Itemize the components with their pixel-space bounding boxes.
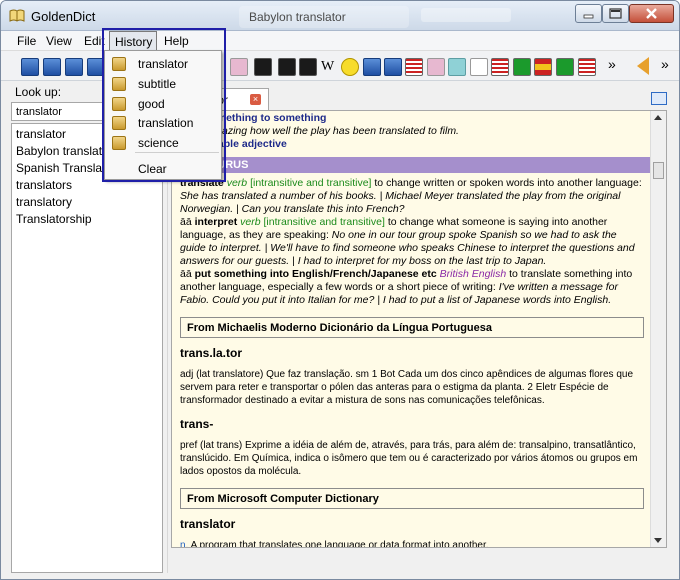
folder-icon	[112, 77, 126, 91]
definition: adj (lat translatore) Que faz translação…	[180, 369, 634, 406]
dictionary-book-icon[interactable]	[87, 58, 105, 76]
flag-spain-icon[interactable]	[534, 58, 552, 76]
folder-icon	[112, 116, 126, 130]
word-list-item[interactable]: translatory	[12, 194, 162, 211]
thesaurus-entry: āā interpret verb [intransitive and tran…	[180, 216, 635, 267]
tab-close-icon[interactable]: ×	[250, 94, 261, 105]
definition: n. A program that translates one languag…	[180, 540, 489, 548]
dictionary-book-icon[interactable]	[43, 58, 61, 76]
dictionary-teal-icon[interactable]	[448, 58, 466, 76]
headword: trans-	[180, 417, 214, 431]
flag-us-icon[interactable]	[405, 58, 423, 76]
flag-us-icon[interactable]	[578, 58, 596, 76]
minimize-icon	[583, 14, 594, 19]
thesaurus-entry: translate verb [intransitive and transit…	[180, 177, 644, 216]
menu-edit[interactable]: Edit	[84, 34, 105, 48]
dictionary-book-icon[interactable]	[21, 58, 39, 76]
thesaurus-entry: āā put something into English/French/Jap…	[180, 268, 633, 306]
thesaurus-section-bar: THESAURUS	[172, 157, 652, 173]
entry-tag: [intransitive and transitive]	[250, 177, 372, 189]
minimize-button[interactable]	[575, 4, 602, 23]
menu-file[interactable]: File	[17, 34, 36, 48]
scroll-up-icon[interactable]	[654, 115, 662, 120]
word-list-item[interactable]: Translatorship	[12, 211, 162, 228]
folder-icon	[112, 136, 126, 150]
dictionary-book-icon[interactable]	[65, 58, 83, 76]
back-arrow-icon[interactable]	[637, 57, 649, 75]
toolbar-overflow-icon[interactable]: »	[661, 56, 669, 72]
flag-brazil-icon[interactable]	[513, 58, 531, 76]
toolbar-overflow-icon[interactable]: »	[608, 56, 616, 72]
entry-variant: British English	[439, 268, 507, 280]
close-button[interactable]	[629, 4, 674, 23]
menu-history[interactable]: History	[109, 31, 157, 51]
headword: trans.la.tor	[180, 346, 243, 360]
article-line: to ... something to something	[180, 112, 327, 124]
history-dropdown: translator subtitle good translation sci…	[104, 50, 222, 180]
main-window: GoldenDict Babylon translator File View …	[0, 0, 680, 580]
dictionary-pink-icon[interactable]	[230, 58, 248, 76]
maximize-button[interactable]	[602, 4, 629, 23]
wikipedia-icon[interactable]: W	[321, 59, 339, 77]
definition: pref (lat trans) Exprime a idéia de além…	[180, 440, 638, 477]
history-item[interactable]: science	[105, 133, 221, 153]
golden-book-icon	[9, 9, 25, 22]
entry-definition: to change written or spoken words into a…	[374, 177, 642, 189]
tabs-menu-icon[interactable]	[651, 92, 667, 105]
folder-icon	[112, 97, 126, 111]
background-window-strip	[421, 8, 511, 22]
word-list[interactable]: translator Babylon translator Spanish Tr…	[11, 123, 163, 573]
article-view[interactable]: to ... something to something I was amaz…	[171, 110, 667, 548]
article-example: I was amazing how well the play has been…	[180, 125, 459, 137]
article-scrollbar[interactable]	[650, 111, 666, 547]
maximize-icon	[609, 8, 622, 19]
entry-pos: verb	[240, 216, 261, 228]
dictionary-header: From Michaelis Moderno Dicionário da Lín…	[180, 317, 644, 338]
dictionary-book-icon[interactable]	[363, 58, 381, 76]
entry-headword: put something into English/French/Japane…	[194, 268, 437, 280]
smiley-icon[interactable]	[341, 58, 359, 76]
dictionary-toolbar: W » »	[1, 51, 679, 81]
title-bar: GoldenDict Babylon translator	[1, 1, 679, 31]
dictionary-header: From Microsoft Computer Dictionary	[180, 488, 644, 509]
background-window-title: Babylon translator	[249, 10, 346, 24]
scroll-down-icon[interactable]	[654, 538, 662, 543]
close-icon	[646, 8, 657, 19]
scroll-thumb[interactable]	[653, 162, 664, 179]
flag-brazil-icon[interactable]	[556, 58, 574, 76]
history-item[interactable]: translator	[105, 54, 221, 74]
dictionary-dark-icon[interactable]	[278, 58, 296, 76]
article-content: to ... something to something I was amaz…	[172, 111, 652, 548]
history-item[interactable]: translation	[105, 113, 221, 133]
flag-us-icon[interactable]	[491, 58, 509, 76]
menu-view[interactable]: View	[46, 34, 72, 48]
entry-pos: verb	[226, 177, 248, 189]
dictionary-pink-icon[interactable]	[427, 58, 445, 76]
menu-help[interactable]: Help	[164, 34, 189, 48]
article-derivative: translatable adjective	[180, 138, 287, 150]
menu-bar: File View Edit History Help	[1, 31, 679, 51]
dictionary-m-icon[interactable]	[254, 58, 272, 76]
menu-separator	[135, 152, 219, 153]
entry-example: She has translated a number of his books…	[180, 190, 621, 215]
entry-headword: interpret	[194, 216, 238, 228]
history-item[interactable]: good	[105, 94, 221, 114]
lookup-label: Look up:	[15, 85, 62, 99]
background-window-tab[interactable]: Babylon translator	[239, 6, 409, 28]
history-item[interactable]: subtitle	[105, 74, 221, 94]
history-clear-item[interactable]: Clear	[138, 162, 167, 176]
dictionary-book-icon[interactable]	[384, 58, 402, 76]
headword: translator	[180, 517, 236, 531]
dictionary-dark-icon[interactable]	[299, 58, 317, 76]
app-title: GoldenDict	[31, 9, 96, 24]
entry-tag: [intransitive and transitive]	[263, 216, 385, 228]
dictionary-white-icon[interactable]	[470, 58, 488, 76]
folder-icon	[112, 57, 126, 71]
